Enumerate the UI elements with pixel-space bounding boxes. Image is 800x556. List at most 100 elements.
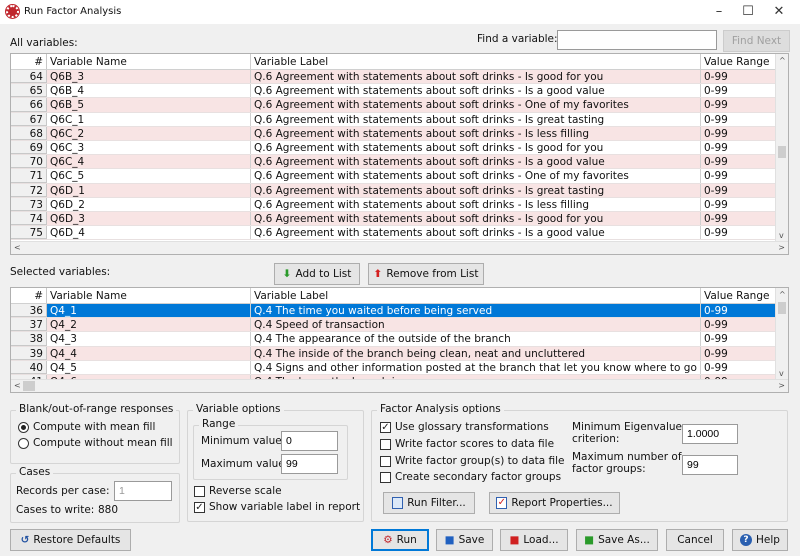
table-row[interactable]: 71 Q6C_5 Q.6 Agreement with statements abo… xyxy=(11,169,776,184)
checkbox-label: Use glossary transformations xyxy=(395,421,549,433)
arrow-down-icon: ⬇ xyxy=(282,268,292,280)
row-number: 39 xyxy=(11,346,47,360)
max-factor-groups-input[interactable] xyxy=(682,455,738,475)
write-factor-groups-checkbox[interactable]: Write factor group(s) to data file xyxy=(380,455,565,467)
run-button[interactable]: ⚙ Run xyxy=(371,529,429,551)
run-filter-button[interactable]: Run Filter... xyxy=(383,492,475,514)
all-variables-label: All variables: xyxy=(10,37,78,49)
help-button[interactable]: ? Help xyxy=(732,529,788,551)
table-row[interactable]: 75 Q6D_4 Q.6 Agreement with statements abo… xyxy=(11,226,776,241)
value-range-cell: 0-99 xyxy=(704,305,728,317)
minimize-button[interactable]: – xyxy=(704,2,734,22)
compute-without-mean-fill-radio[interactable]: Compute without mean fill xyxy=(18,437,173,449)
load-button[interactable]: ■ Load... xyxy=(500,529,568,551)
help-icon: ? xyxy=(740,534,753,546)
table-row[interactable]: 36 Q4_1 Q.4 The time you waited before bei… xyxy=(11,304,776,319)
row-number: 38 xyxy=(11,332,47,346)
show-variable-label-checkbox[interactable]: ✓ Show variable label in report xyxy=(194,501,360,513)
table-row[interactable]: 67 Q6C_1 Q.6 Agreement with statements abo… xyxy=(11,112,776,127)
reverse-scale-checkbox[interactable]: Reverse scale xyxy=(194,485,282,497)
row-number: 74 xyxy=(11,211,47,226)
table-row[interactable]: 66 Q6B_5 Q.6 Agreement with statements abo… xyxy=(11,98,776,113)
radio-icon xyxy=(18,437,29,449)
selected-variables-table[interactable]: # Variable Name Variable Label Value Ran… xyxy=(10,287,789,393)
value-range-cell: 0-99 xyxy=(704,361,728,374)
records-per-case-input[interactable] xyxy=(114,481,172,501)
eigenvalue-input[interactable] xyxy=(682,424,738,444)
find-next-button[interactable]: Find Next xyxy=(723,30,790,52)
column-header-range[interactable]: Value Range xyxy=(701,288,776,303)
report-properties-label: Report Properties... xyxy=(511,497,613,509)
cancel-button[interactable]: Cancel xyxy=(666,529,724,551)
column-header-name[interactable]: Variable Name xyxy=(47,288,251,303)
variable-name-cell: Q4_5 xyxy=(47,360,251,374)
records-per-case-label: Records per case: xyxy=(16,485,110,497)
variable-name-cell: Q4_2 xyxy=(47,318,251,332)
variable-name-cell: Q6C_1 xyxy=(47,112,251,126)
table-row[interactable]: 69 Q6C_3 Q.6 Agreement with statements abo… xyxy=(11,140,776,156)
create-secondary-groups-checkbox[interactable]: Create secondary factor groups xyxy=(380,471,561,483)
checkbox-icon xyxy=(380,438,391,450)
all-variables-table[interactable]: # Variable Name Variable Label Value Ran… xyxy=(10,53,789,255)
close-button[interactable]: ✕ xyxy=(764,2,794,22)
horizontal-scrollbar[interactable]: < > xyxy=(11,241,788,254)
column-header-name[interactable]: Variable Name xyxy=(47,54,251,69)
column-header-num[interactable]: # xyxy=(11,288,47,303)
table-row[interactable]: 37 Q4_2 Q.4 Speed of transaction 0-99 xyxy=(11,318,776,333)
variable-label-cell: Q.6 Agreement with statements about soft… xyxy=(251,126,701,140)
restore-defaults-button[interactable]: ↺ Restore Defaults xyxy=(10,529,131,551)
minimum-value-label: Minimum value: xyxy=(201,435,286,447)
table-row[interactable]: 72 Q6D_1 Q.6 Agreement with statements abo… xyxy=(11,183,776,198)
gear-icon: ⚙ xyxy=(383,534,393,546)
variable-label-cell: Q.4 The appearance of the outside of the… xyxy=(251,332,701,346)
vertical-scrollbar[interactable]: ^ v xyxy=(775,54,788,242)
remove-from-list-button[interactable]: ⬆ Remove from List xyxy=(368,263,484,285)
table-row[interactable]: 39 Q4_4 Q.4 The inside of the branch being… xyxy=(11,346,776,361)
compute-with-mean-fill-radio[interactable]: Compute with mean fill xyxy=(18,421,155,433)
save-as-icon: ■ xyxy=(584,534,595,546)
blank-responses-title: Blank/out-of-range responses xyxy=(16,403,177,415)
save-button[interactable]: ■ Save xyxy=(436,529,493,551)
use-glossary-checkbox[interactable]: ✓ Use glossary transformations xyxy=(380,421,549,433)
minimum-value-input[interactable] xyxy=(281,431,338,451)
scroll-thumb[interactable] xyxy=(778,302,786,314)
vertical-scrollbar[interactable]: ^ v xyxy=(775,288,788,380)
radio-icon xyxy=(18,421,29,433)
report-properties-button[interactable]: ✓ Report Properties... xyxy=(489,492,620,514)
add-to-list-button[interactable]: ⬇ Add to List xyxy=(274,263,360,285)
table-row[interactable]: 73 Q6D_2 Q.6 Agreement with statements abo… xyxy=(11,197,776,212)
report-icon: ✓ xyxy=(496,497,508,509)
column-header-label[interactable]: Variable Label xyxy=(251,54,701,69)
column-header-label[interactable]: Variable Label xyxy=(251,288,701,303)
variable-name-cell: Q6D_1 xyxy=(47,183,251,197)
variable-label-cell: Q.6 Agreement with statements about soft… xyxy=(251,98,701,112)
save-as-button[interactable]: ■ Save As... xyxy=(576,529,658,551)
column-header-num[interactable]: # xyxy=(11,54,47,69)
checkbox-icon xyxy=(194,485,205,497)
write-factor-scores-checkbox[interactable]: Write factor scores to data file xyxy=(380,438,554,450)
table-row[interactable]: 68 Q6C_2 Q.6 Agreement with statements abo… xyxy=(11,126,776,141)
table-row[interactable]: 64 Q6B_3 Q.6 Agreement with statements abo… xyxy=(11,70,776,85)
add-to-list-label: Add to List xyxy=(295,268,352,280)
row-number: 73 xyxy=(11,197,47,211)
table-row[interactable]: 70 Q6C_4 Q.6 Agreement with statements abo… xyxy=(11,155,776,170)
variable-label-cell: Q.6 Agreement with statements about soft… xyxy=(251,84,701,98)
checkbox-label: Write factor group(s) to data file xyxy=(395,455,565,467)
range-title: Range xyxy=(199,418,239,430)
maximum-value-input[interactable] xyxy=(281,454,338,474)
variable-label-cell: Q.4 Signs and other information posted a… xyxy=(251,360,701,374)
maximize-button[interactable]: ☐ xyxy=(733,2,763,22)
table-row[interactable]: 40 Q4_5 Q.4 Signs and other information po… xyxy=(11,360,776,375)
table-row[interactable]: 65 Q6B_4 Q.6 Agreement with statements abo… xyxy=(11,84,776,99)
table-row[interactable]: 38 Q4_3 Q.4 The appearance of the outside … xyxy=(11,332,776,347)
row-number: 70 xyxy=(11,155,47,169)
find-variable-input[interactable] xyxy=(557,30,717,50)
scroll-thumb[interactable] xyxy=(778,146,786,158)
column-header-range[interactable]: Value Range xyxy=(701,54,776,69)
row-number: 66 xyxy=(11,98,47,112)
horizontal-scrollbar[interactable]: < > xyxy=(11,379,788,392)
save-icon: ■ xyxy=(444,534,455,546)
value-range-cell: 0-99 xyxy=(704,212,728,225)
table-row[interactable]: 74 Q6D_3 Q.6 Agreement with statements abo… xyxy=(11,211,776,227)
filter-icon xyxy=(392,497,404,509)
